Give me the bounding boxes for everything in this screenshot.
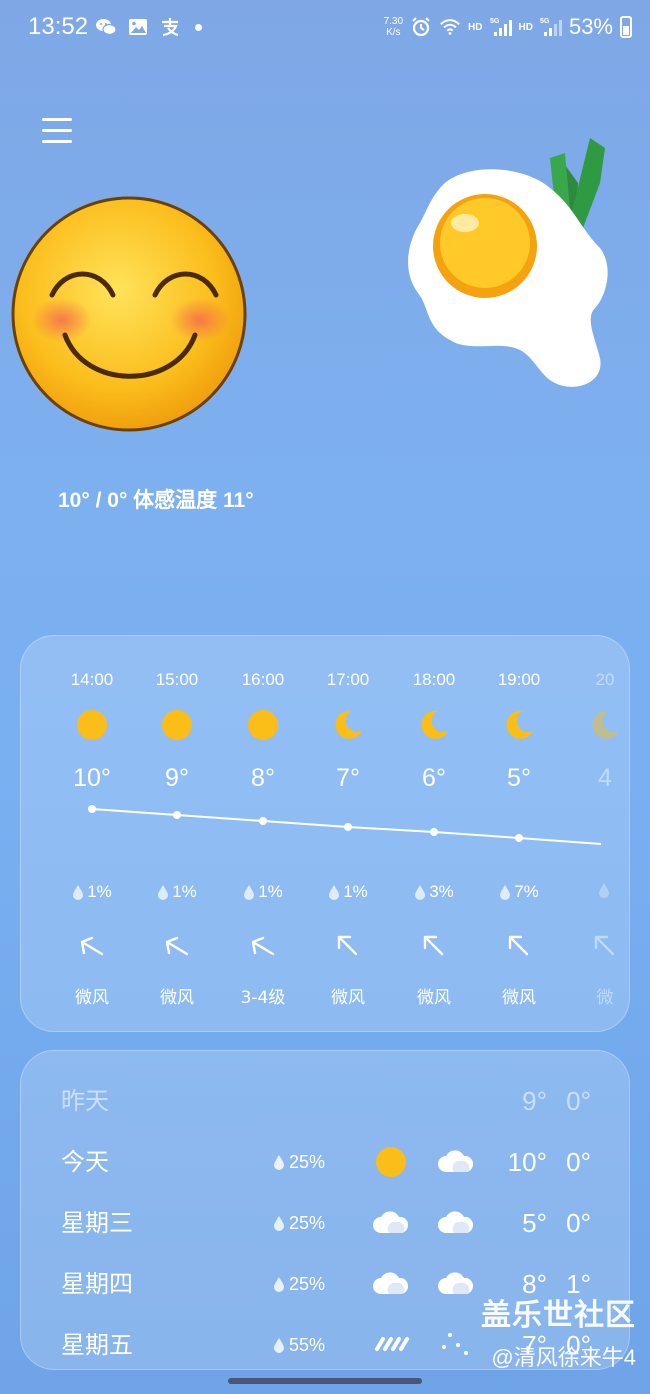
watermark: 盖乐世社区 @清风徐来牛4 [481, 1299, 636, 1370]
gallery-icon [129, 19, 147, 35]
hourly-item: 16:00 8° 1% 3-4级 [240, 670, 286, 1008]
wifi-icon [440, 19, 460, 35]
sun-icon [376, 1147, 406, 1177]
sun-icon [248, 710, 278, 740]
signal-5g-icon: 5G [490, 18, 512, 36]
hourly-item: 17:00 7° 1% 微风 [326, 670, 370, 1008]
signal-5g-icon-2: 5G [540, 18, 562, 36]
notification-dot-icon [195, 23, 202, 31]
moon-icon [421, 710, 448, 739]
daily-row-today[interactable]: 今天 25% 10° 0° [21, 1142, 629, 1202]
fried-egg-icon [408, 138, 608, 387]
moon-icon [506, 710, 533, 739]
raindrop-icon [274, 1216, 284, 1231]
svg-text:5G: 5G [540, 18, 550, 25]
raindrop-icon [415, 885, 426, 900]
menu-icon[interactable] [40, 115, 74, 147]
hourly-item: 19:00 5° 7% 微风 [497, 670, 541, 1008]
alarm-icon [412, 17, 430, 37]
daily-row[interactable]: 星期三 25% 5° 0° [21, 1203, 629, 1263]
cloud-icon [438, 1150, 474, 1172]
hourly-item: 15:00 9° 1% 微风 [155, 670, 199, 1008]
home-indicator[interactable] [228, 1378, 422, 1384]
network-speed: 7.30 K/s [383, 16, 404, 38]
hd-label-2: HD [518, 21, 533, 33]
battery-percent: 53% [568, 14, 613, 39]
wind-direction-icon [508, 935, 529, 956]
cloud-icon [438, 1211, 474, 1233]
sun-icon [162, 710, 192, 740]
hourly-forecast-card[interactable]: 14:00 10° 1% 微风 15:00 9° 1% 微风 16:00 8° … [20, 635, 630, 1032]
cloud-icon [438, 1272, 474, 1294]
wind-direction-icon [251, 936, 275, 956]
alipay-icon [162, 18, 179, 37]
snow-icon [442, 1333, 468, 1355]
battery-icon [620, 16, 632, 38]
raindrop-icon [500, 885, 511, 900]
cloud-icon [373, 1211, 409, 1233]
status-bar: 13:52 7.30 K/s HD 5G HD 5G 53% [0, 0, 650, 56]
raindrop-icon [598, 883, 609, 898]
hourly-item: 20 4 微 [562, 636, 629, 1031]
daily-row-yesterday[interactable]: 昨天 9° 0° [21, 1081, 629, 1141]
raindrop-icon [244, 885, 255, 900]
wind-direction-icon [423, 935, 444, 956]
smiley-face-icon [11, 196, 247, 432]
wind-direction-icon [165, 936, 189, 956]
moon-icon [592, 710, 619, 739]
raindrop-icon [274, 1277, 284, 1292]
wind-direction-icon [337, 935, 358, 956]
wechat-icon [96, 19, 117, 36]
wind-direction-icon [80, 936, 104, 956]
raindrop-icon [73, 885, 84, 900]
moon-icon [335, 710, 362, 739]
hourly-item: 14:00 10° 1% 微风 [70, 670, 114, 1008]
cloud-icon [373, 1272, 409, 1294]
temperature-summary: 10° / 0° 体感温度 11° [58, 489, 254, 512]
raindrop-icon [274, 1338, 284, 1353]
wind-direction-icon [594, 935, 615, 956]
sun-icon [77, 710, 107, 740]
raindrop-icon [158, 885, 169, 900]
svg-text:5G: 5G [490, 18, 500, 25]
raindrop-icon [329, 885, 340, 900]
status-time: 13:52 [28, 13, 89, 40]
rain-icon [375, 1337, 409, 1351]
raindrop-icon [274, 1155, 284, 1170]
hourly-item: 18:00 6° 3% 微风 [412, 670, 456, 1008]
hd-label: HD [468, 21, 483, 33]
